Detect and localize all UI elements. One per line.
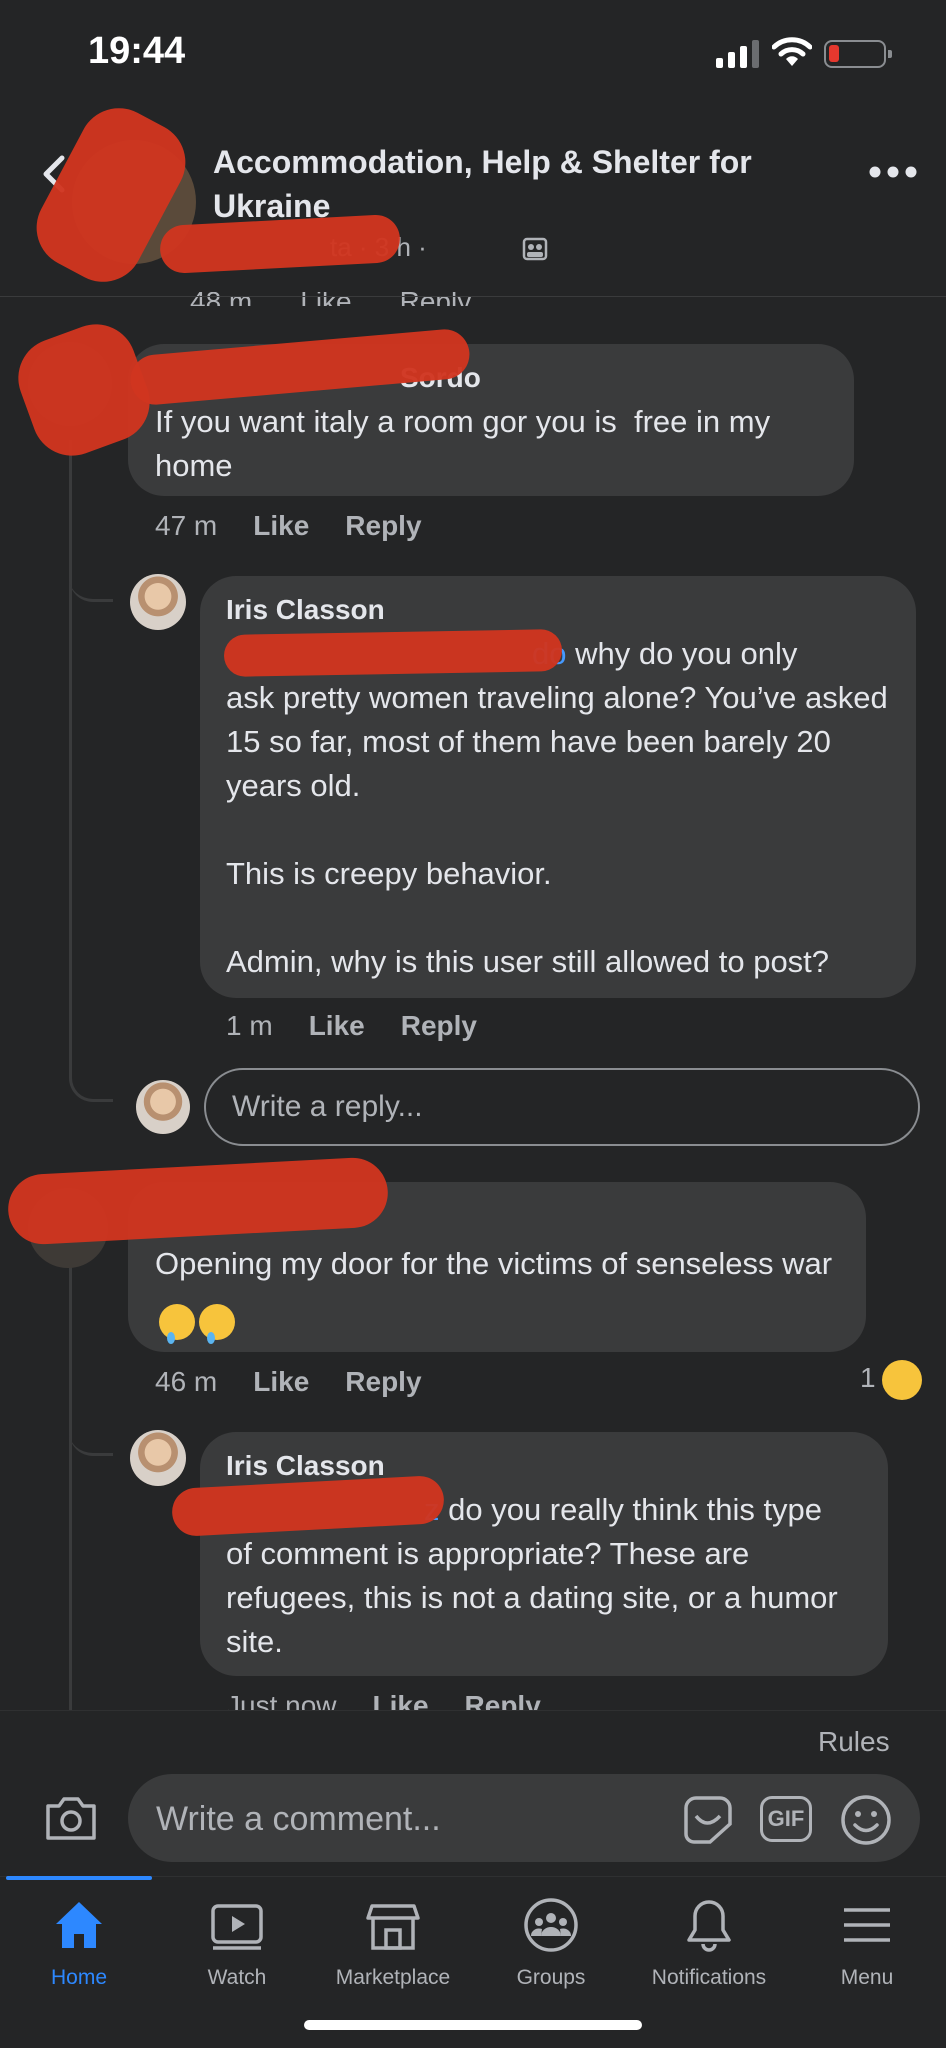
tab-groups[interactable]: Groups [472,1896,630,1990]
comment-text: Opening my door for the victims of sense… [155,1236,845,1348]
like-button[interactable]: Like [373,1690,429,1710]
marketplace-icon [366,1904,420,1950]
haha-reaction-icon[interactable] [882,1360,922,1400]
crying-face-icon [159,1303,195,1344]
home-icon [56,1902,102,1948]
like-button[interactable]: Like [253,510,309,541]
redaction-scribble [158,213,402,275]
cellular-signal-icon [716,40,759,68]
reply-button[interactable]: Reply [345,1366,421,1397]
crying-face-icon [199,1303,235,1344]
tab-watch[interactable]: Watch [158,1896,316,1990]
watch-icon [211,1904,263,1950]
comment-time: 46 m [155,1366,218,1397]
header-divider [0,296,946,297]
reply-actions: Just now Like Reply [226,1690,577,1710]
reply-button[interactable]: Reply [401,1010,477,1041]
camera-icon[interactable] [44,1794,98,1842]
comment-time: 47 m [155,510,218,541]
reply-text: of comment is appropriate? These are ref… [226,1536,847,1659]
tab-marketplace[interactable]: Marketplace [314,1896,472,1990]
menu-icon [844,1908,890,1942]
rules-link[interactable]: Rules [818,1726,890,1758]
reply-time: 1 m [226,1010,273,1041]
group-title[interactable]: Accommodation, Help & Shelter for Ukrain… [213,140,853,228]
thread-line [69,1260,72,1710]
reply-actions: 1 m Like Reply [226,1010,513,1042]
tab-home[interactable]: Home [0,1896,158,1990]
thread-connector [69,1410,113,1456]
iris-avatar[interactable] [130,1430,186,1486]
group-privacy-icon [522,237,548,261]
gif-icon[interactable]: GIF [760,1796,812,1842]
like-button[interactable]: Like [309,1010,365,1041]
reply-text: ask pretty women traveling alone? You’ve… [226,680,888,979]
reply-button[interactable]: Reply [345,510,421,541]
active-tab-indicator [6,1876,152,1880]
emoji-picker-icon[interactable] [840,1794,892,1846]
reply-author[interactable]: Iris Classon [226,594,385,626]
wifi-icon [772,37,812,66]
my-avatar [136,1080,190,1134]
bell-icon [687,1900,731,1952]
battery-icon [824,40,892,68]
home-indicator [304,2020,642,2030]
reaction-count[interactable]: 1 [860,1362,876,1394]
thread-connector [69,1060,113,1102]
groups-icon [524,1898,578,1952]
comment-placeholder: Write a comment... [156,1800,441,1838]
thread-connector [69,560,113,602]
iris-avatar[interactable] [130,574,186,630]
redaction-scribble [223,629,563,677]
more-options-icon[interactable] [868,164,918,180]
sticker-icon[interactable] [680,1794,734,1844]
comment-text: If you want italy a room gor you is free… [155,404,779,483]
tab-menu[interactable]: Menu [788,1896,946,1990]
reply-button[interactable]: Reply [465,1690,541,1710]
thread-line [69,440,72,1060]
tab-notifications[interactable]: Notifications [630,1896,788,1990]
like-button[interactable]: Like [253,1366,309,1397]
clipped-comment-actions: 48 mLikeReply [190,292,519,306]
reply-input[interactable]: Write a reply... [204,1068,920,1146]
reply-time: Just now [226,1690,337,1710]
status-time: 19:44 [88,30,186,72]
comment-actions: 46 m Like Reply [155,1366,458,1398]
reply-author[interactable]: Iris Classon [226,1450,385,1482]
comment-actions: 47 m Like Reply [155,510,458,542]
